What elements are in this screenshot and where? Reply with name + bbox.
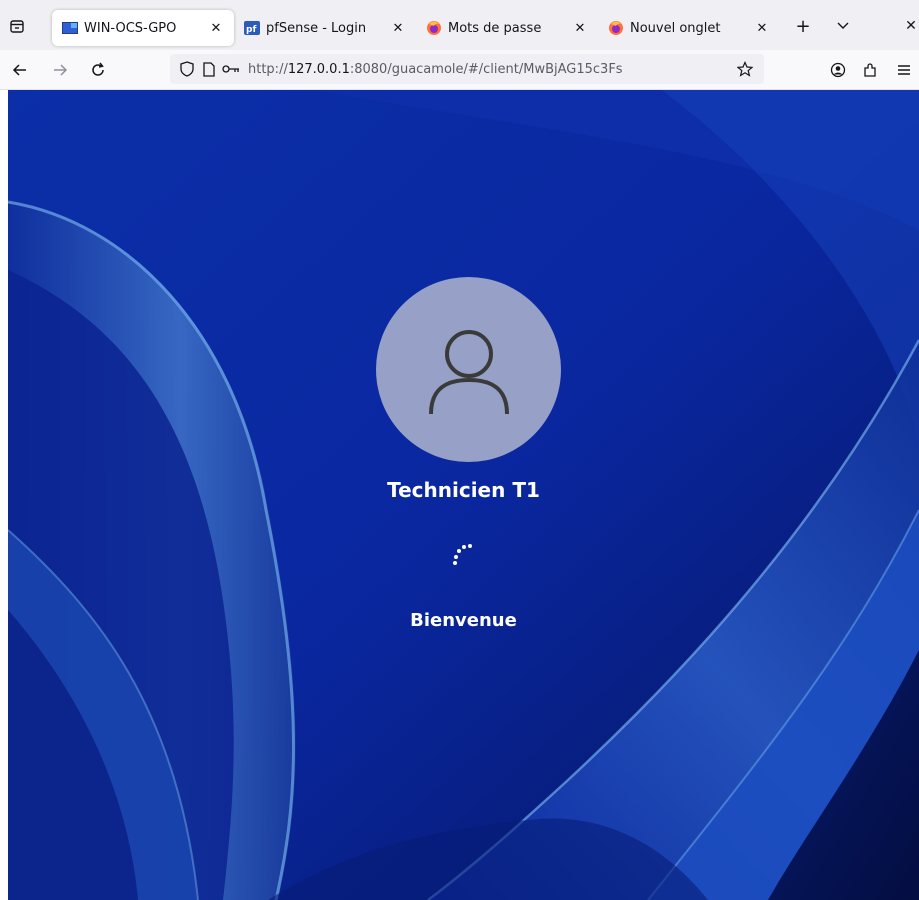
url-bar[interactable]: http://127.0.0.1:8080/guacamole/#/client… xyxy=(170,54,764,84)
tab-title: Nouvel onglet xyxy=(630,20,721,36)
back-icon[interactable] xyxy=(8,58,32,82)
url-scheme: http:// xyxy=(248,61,288,77)
browser-window: WIN-OCS-GPO ✕ pf pfSense - Login ✕ Mots … xyxy=(0,0,919,900)
navigation-toolbar: http://127.0.0.1:8080/guacamole/#/client… xyxy=(0,50,919,90)
user-avatar xyxy=(376,277,561,462)
remote-desktop-viewport[interactable]: Technicien T1 Bienvenue xyxy=(8,90,919,900)
key-icon[interactable] xyxy=(220,58,242,80)
close-tab-icon[interactable]: ✕ xyxy=(572,20,588,36)
tab-title: pfSense - Login xyxy=(266,20,367,36)
remote-desktop-icon xyxy=(62,22,78,34)
tab-pfsense-login[interactable]: pf pfSense - Login ✕ xyxy=(234,10,416,46)
svg-text:pf: pf xyxy=(246,25,256,35)
url-path: :8080/guacamole/#/client/MwBjAG15c3Fs xyxy=(349,61,623,77)
tab-list-icon[interactable] xyxy=(6,15,28,37)
extensions-icon[interactable] xyxy=(858,58,882,82)
tab-bar: WIN-OCS-GPO ✕ pf pfSense - Login ✕ Mots … xyxy=(0,0,919,50)
shield-icon[interactable] xyxy=(176,58,198,80)
close-tab-icon[interactable]: ✕ xyxy=(208,20,224,36)
tab-mots-de-passe[interactable]: Mots de passe ✕ xyxy=(416,10,598,46)
user-icon xyxy=(428,329,509,414)
forward-icon[interactable] xyxy=(48,58,72,82)
close-tab-icon[interactable]: ✕ xyxy=(390,20,406,36)
account-icon[interactable] xyxy=(826,58,850,82)
chevron-down-icon[interactable] xyxy=(832,15,854,37)
user-name: Technicien T1 xyxy=(387,478,540,502)
close-tab-icon[interactable]: ✕ xyxy=(754,20,770,36)
tab-title: Mots de passe xyxy=(448,20,542,36)
loading-spinner-icon xyxy=(453,544,472,565)
close-window-icon[interactable]: ✕ xyxy=(900,15,919,37)
page-icon[interactable] xyxy=(198,58,220,80)
new-tab-icon[interactable]: + xyxy=(792,15,814,37)
tab-nouvel-onglet[interactable]: Nouvel onglet ✕ xyxy=(598,10,780,46)
welcome-status: Bienvenue xyxy=(410,610,517,631)
pfsense-icon: pf xyxy=(244,21,260,35)
hamburger-menu-icon[interactable] xyxy=(892,58,916,82)
firefox-icon xyxy=(609,21,623,35)
url-text[interactable]: http://127.0.0.1:8080/guacamole/#/client… xyxy=(248,62,623,77)
tab-win-ocs-gpo[interactable]: WIN-OCS-GPO ✕ xyxy=(52,10,234,46)
tab-title: WIN-OCS-GPO xyxy=(84,20,177,36)
url-host: 127.0.0.1 xyxy=(287,61,350,77)
reload-icon[interactable] xyxy=(86,58,110,82)
firefox-icon xyxy=(427,21,441,35)
bookmark-star-icon[interactable] xyxy=(734,58,756,80)
